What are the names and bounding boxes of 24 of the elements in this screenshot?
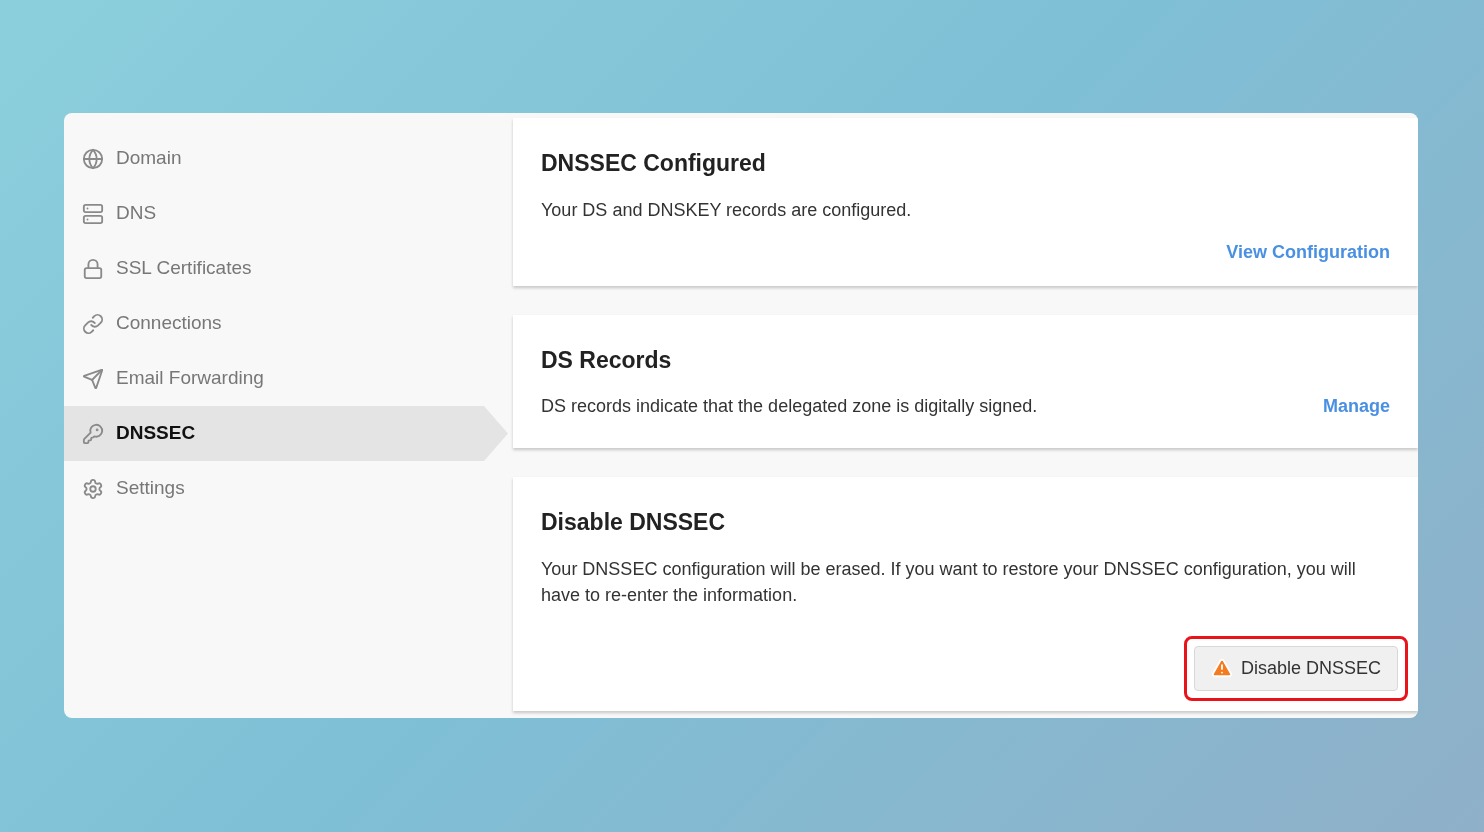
warning-icon: [1210, 657, 1233, 679]
sidebar-item[interactable]: Settings: [64, 461, 508, 516]
card-title: DS Records: [541, 345, 673, 375]
card-text: Your DS and DNSKEY records are configured.: [541, 198, 913, 222]
card-text: Your DNSSEC configuration will be erased. If you want to restore your DNSSEC configuration, you will have to re-enter the information.: [541, 557, 1357, 607]
link-icon: [82, 312, 104, 335]
sidebar-item[interactable]: DNS: [64, 186, 508, 241]
server-icon: [82, 202, 104, 225]
globe-icon: [82, 147, 104, 170]
sidebar-item[interactable]: Connections: [64, 296, 508, 351]
card-text: DS records indicate that the delegated zone is digitally signed.: [541, 395, 1038, 418]
card-title: Disable DNSSEC: [541, 508, 727, 537]
settings-icon: [82, 477, 104, 500]
sidebar-item[interactable]: SSL Certificates: [64, 241, 508, 296]
sidebar-item[interactable]: DNSSEC: [64, 406, 508, 461]
card-title: DNSSEC Configured: [541, 149, 767, 178]
sidebar-item[interactable]: Email Forwarding: [64, 351, 508, 406]
disable-button[interactable]: Disable DNSSEC: [1193, 645, 1398, 691]
link[interactable]: View Configuration: [1226, 238, 1390, 266]
sidebar-item[interactable]: Domain: [64, 131, 508, 186]
lock-icon: [82, 257, 104, 280]
paper-plane-icon: [82, 367, 104, 390]
key-icon: [82, 422, 104, 445]
link[interactable]: Manage: [1322, 393, 1390, 420]
